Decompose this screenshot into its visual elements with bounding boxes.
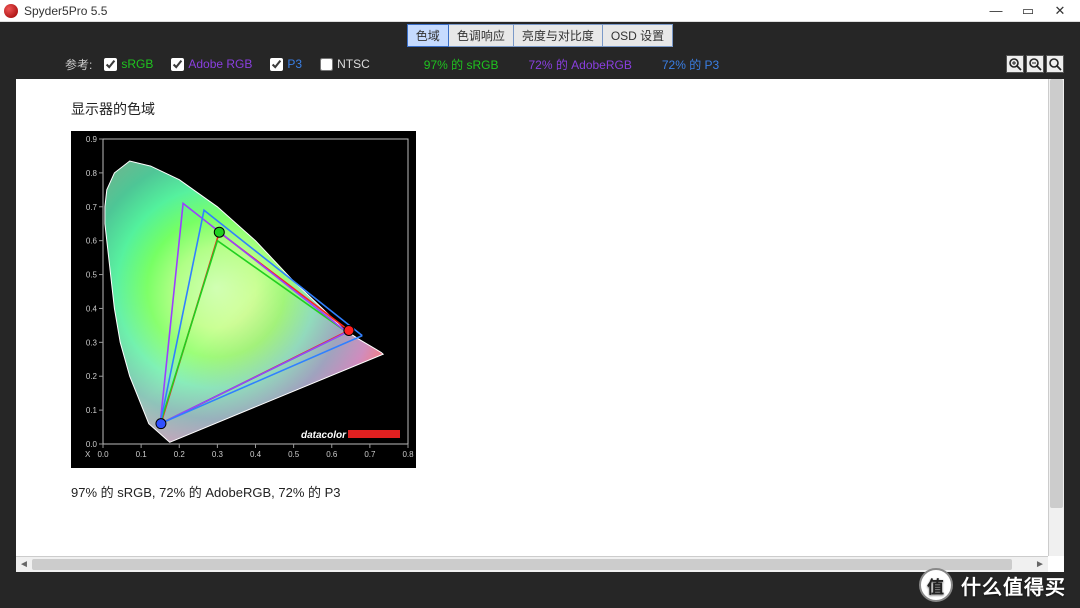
zoom-in-button[interactable] <box>1006 55 1024 73</box>
checkbox-p3-label: P3 <box>287 57 302 71</box>
result-adobe-rgb: 72% 的 AdobeRGB <box>528 56 631 73</box>
svg-text:0.3: 0.3 <box>212 450 224 459</box>
svg-text:0.6: 0.6 <box>326 450 338 459</box>
svg-text:0.6: 0.6 <box>86 237 98 246</box>
reference-label: 参考: <box>65 56 92 73</box>
checkbox-srgb[interactable]: sRGB <box>104 57 153 71</box>
panel-title: 显示器的色域 <box>71 99 1009 119</box>
watermark: 值 什么值得买 <box>919 568 1066 602</box>
checkbox-adobe-rgb[interactable]: Adobe RGB <box>171 57 252 71</box>
vertical-scrollbar[interactable] <box>1048 79 1064 556</box>
svg-text:0.1: 0.1 <box>86 406 98 415</box>
checkbox-ntsc-input[interactable] <box>320 58 333 71</box>
watermark-badge: 值 <box>919 568 953 602</box>
svg-text:0.0: 0.0 <box>86 440 98 449</box>
svg-text:0.8: 0.8 <box>86 169 98 178</box>
checkbox-p3[interactable]: P3 <box>270 57 302 71</box>
tab-brightness-contrast[interactable]: 亮度与对比度 <box>514 24 603 47</box>
checkbox-adobe-rgb-label: Adobe RGB <box>188 57 252 71</box>
svg-text:0.7: 0.7 <box>86 203 98 212</box>
svg-text:0.2: 0.2 <box>174 450 186 459</box>
checkbox-ntsc-label: NTSC <box>337 57 370 71</box>
svg-text:0.5: 0.5 <box>288 450 300 459</box>
gamut-caption: 97% 的 sRGB, 72% 的 AdobeRGB, 72% 的 P3 <box>71 482 1009 501</box>
app-icon <box>4 4 18 18</box>
watermark-text: 什么值得买 <box>961 571 1066 600</box>
svg-text:0.4: 0.4 <box>250 450 262 459</box>
svg-text:0.5: 0.5 <box>86 271 98 280</box>
vertical-scrollbar-thumb[interactable] <box>1050 79 1063 508</box>
content-panel: 显示器的色域 0.0 0.1 0.2 0.3 0.4 0.5 0.6 0.7 0.8 0.0 0.1… <box>16 79 1064 572</box>
svg-text:0.3: 0.3 <box>86 338 98 347</box>
tab-bar: 色域 色调响应 亮度与对比度 OSD 设置 <box>0 22 1080 47</box>
window-maximize-button[interactable]: ▭ <box>1012 3 1044 19</box>
tab-tone-response[interactable]: 色调响应 <box>449 24 514 47</box>
gamut-chart-svg: 0.0 0.1 0.2 0.3 0.4 0.5 0.6 0.7 0.8 0.0 0.1 0.2 0.3 0… <box>71 131 416 468</box>
checkbox-srgb-label: sRGB <box>121 57 153 71</box>
window-minimize-button[interactable]: — <box>980 3 1012 18</box>
svg-text:0.1: 0.1 <box>136 450 148 459</box>
horizontal-scrollbar[interactable]: ◄ ► <box>16 556 1048 572</box>
zoom-out-button[interactable] <box>1026 55 1044 73</box>
zoom-fit-button[interactable] <box>1046 55 1064 73</box>
svg-text:X: X <box>85 450 91 459</box>
tab-gamut[interactable]: 色域 <box>407 24 449 47</box>
checkbox-adobe-rgb-input[interactable] <box>171 58 184 71</box>
svg-text:0.8: 0.8 <box>402 450 414 459</box>
reference-toolbar: 参考: sRGB Adobe RGB P3 NTSC 97% 的 sRGB 72… <box>0 47 1080 77</box>
hscroll-left-arrow[interactable]: ◄ <box>16 559 32 570</box>
result-p3: 72% 的 P3 <box>662 56 719 73</box>
svg-text:datacolor: datacolor <box>301 430 347 441</box>
svg-text:0.9: 0.9 <box>86 135 98 144</box>
window-titlebar: Spyder5Pro 5.5 — ▭ ✕ <box>0 0 1080 22</box>
checkbox-srgb-input[interactable] <box>104 58 117 71</box>
checkbox-p3-input[interactable] <box>270 58 283 71</box>
checkbox-ntsc[interactable]: NTSC <box>320 57 370 71</box>
window-title: Spyder5Pro 5.5 <box>24 4 980 18</box>
horizontal-scrollbar-thumb[interactable] <box>32 559 1012 570</box>
svg-text:0.2: 0.2 <box>86 372 98 381</box>
window-close-button[interactable]: ✕ <box>1044 3 1076 19</box>
svg-text:0.0: 0.0 <box>97 450 109 459</box>
svg-text:0.4: 0.4 <box>86 304 98 313</box>
result-srgb: 97% 的 sRGB <box>424 56 499 73</box>
svg-text:0.7: 0.7 <box>364 450 376 459</box>
tab-osd-settings[interactable]: OSD 设置 <box>603 24 673 47</box>
gamut-chart: 0.0 0.1 0.2 0.3 0.4 0.5 0.6 0.7 0.8 0.0 0.1 0.2 0.3 0… <box>71 131 416 468</box>
